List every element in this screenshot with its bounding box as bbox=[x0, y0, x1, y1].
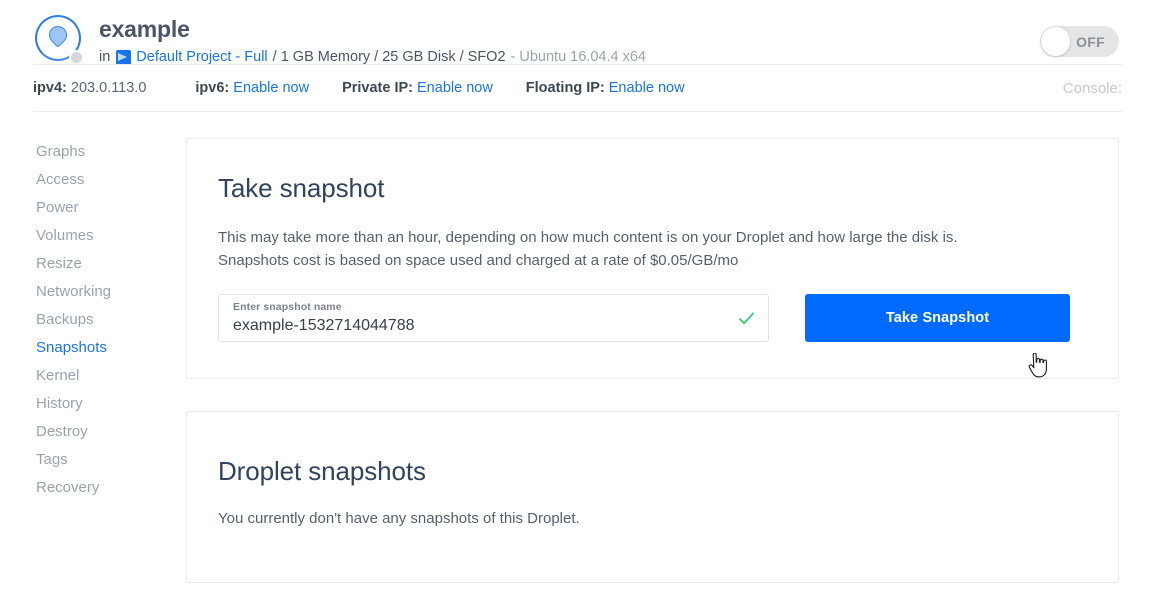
sidebar-item-backups[interactable]: Backups bbox=[36, 306, 186, 334]
ip-item-floating: Floating IP: Enable now bbox=[526, 80, 685, 96]
page-content: Graphs Access Power Volumes Resize Netwo… bbox=[0, 112, 1155, 583]
droplet-snapshots-empty-message: You currently don't have any snapshots o… bbox=[218, 510, 580, 527]
droplet-icon bbox=[33, 15, 87, 69]
offline-status-dot bbox=[69, 50, 84, 65]
droplet-sidebar-nav: Graphs Access Power Volumes Resize Netwo… bbox=[0, 138, 186, 583]
ip-value-ipv4: 203.0.113.0 bbox=[70, 80, 147, 96]
check-icon bbox=[738, 312, 755, 325]
network-info-bar: ipv4: 203.0.113.0 ipv6: Enable now Priva… bbox=[33, 64, 1122, 112]
sidebar-item-history[interactable]: History bbox=[36, 390, 186, 418]
ip-item-private: Private IP: Enable now bbox=[342, 80, 493, 96]
ip-label-ipv6: ipv6: bbox=[195, 80, 230, 96]
take-snapshot-card: Take snapshot This may take more than an… bbox=[186, 138, 1119, 379]
enable-private-ip-link[interactable]: Enable now bbox=[417, 80, 493, 96]
sidebar-item-tags[interactable]: Tags bbox=[36, 446, 186, 474]
ip-label-private: Private IP: bbox=[342, 80, 413, 96]
take-snapshot-description-line2: Snapshots cost is based on space used an… bbox=[218, 252, 739, 269]
droplet-snapshots-title: Droplet snapshots bbox=[218, 456, 426, 486]
ip-label-ipv4: ipv4: bbox=[33, 80, 67, 96]
snapshot-name-input-label: Enter snapshot name bbox=[233, 301, 342, 313]
sidebar-item-graphs[interactable]: Graphs bbox=[36, 138, 186, 166]
enable-floating-ip-link[interactable]: Enable now bbox=[609, 80, 685, 96]
enable-ipv6-link[interactable]: Enable now bbox=[233, 80, 309, 96]
toggle-knob[interactable] bbox=[1041, 27, 1070, 56]
droplet-header: example in Default Project - Full / 1 GB… bbox=[0, 0, 1155, 66]
droplet-snapshots-card: Droplet snapshots You currently don't ha… bbox=[186, 411, 1119, 583]
sidebar-item-power[interactable]: Power bbox=[36, 194, 186, 222]
ip-item-ipv6: ipv6: Enable now bbox=[195, 80, 309, 96]
take-snapshot-description-line1: This may take more than an hour, dependi… bbox=[218, 229, 958, 246]
sidebar-item-resize[interactable]: Resize bbox=[36, 250, 186, 278]
toggle-state-label: OFF bbox=[1076, 33, 1105, 50]
page-title: example bbox=[99, 16, 190, 42]
snapshot-form-row: Enter snapshot name example-153271404478… bbox=[218, 294, 1087, 342]
sidebar-item-access[interactable]: Access bbox=[36, 166, 186, 194]
console-label[interactable]: Console: bbox=[1063, 80, 1122, 97]
ip-item-ipv4: ipv4: 203.0.113.0 bbox=[33, 80, 146, 96]
take-snapshot-button[interactable]: Take Snapshot bbox=[805, 294, 1070, 342]
power-toggle[interactable]: OFF bbox=[1040, 26, 1119, 57]
sidebar-item-recovery[interactable]: Recovery bbox=[36, 474, 186, 502]
sidebar-item-networking[interactable]: Networking bbox=[36, 278, 186, 306]
sidebar-item-kernel[interactable]: Kernel bbox=[36, 362, 186, 390]
sidebar-item-snapshots[interactable]: Snapshots bbox=[36, 334, 186, 362]
take-snapshot-title: Take snapshot bbox=[218, 173, 385, 203]
sidebar-item-destroy[interactable]: Destroy bbox=[36, 418, 186, 446]
snapshot-name-input[interactable]: Enter snapshot name example-153271404478… bbox=[218, 294, 769, 342]
sidebar-item-volumes[interactable]: Volumes bbox=[36, 222, 186, 250]
ip-label-floating: Floating IP: bbox=[525, 80, 605, 96]
main-panel: Take snapshot This may take more than an… bbox=[186, 138, 1155, 583]
snapshot-name-input-value[interactable]: example-1532714044788 bbox=[233, 315, 755, 337]
